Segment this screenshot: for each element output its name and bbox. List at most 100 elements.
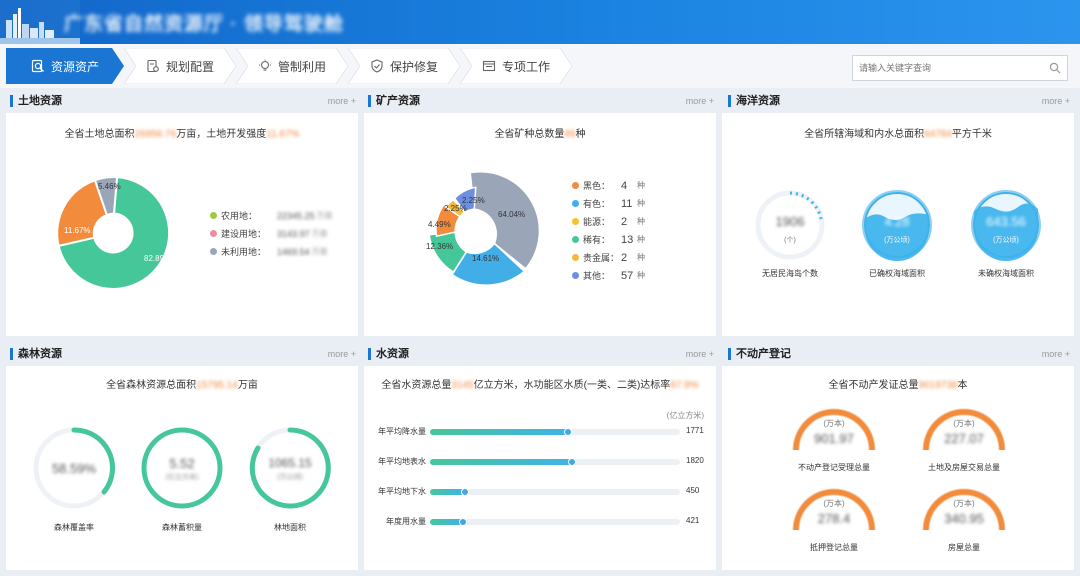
app-header: 广东省自然资源厅 · 领导驾驶舱: [0, 0, 1080, 44]
water-total-value: 3145: [451, 380, 474, 391]
plan-icon: [147, 59, 159, 73]
tab-planning[interactable]: 规划配置: [124, 48, 236, 84]
summary-text: 全省所辖海域和内水总面积: [804, 129, 925, 140]
tab-label: 管制利用: [277, 59, 326, 74]
bar-label: 年平均地下水: [378, 487, 426, 496]
summary-text: 全省森林资源总面积: [106, 380, 197, 391]
tab-protection[interactable]: 保护修复: [348, 48, 460, 84]
land-summary: 全省土地总面积26956.76万亩，土地开发强度11.67%: [6, 125, 358, 140]
legend-unit: 种: [637, 235, 645, 244]
tab-label: 规划配置: [165, 59, 214, 74]
forest-volume-value: 5.52: [169, 456, 195, 471]
gauge-caption: 抵押登记总量: [810, 543, 858, 552]
legend-dot: [210, 248, 217, 255]
water-summary: 全省水资源总量3145亿立方米，水功能区水质(一类、二类)达标率87.9%: [364, 376, 716, 391]
legend-label: 稀有：: [583, 235, 611, 245]
legend-item: 稀有： 13 种: [572, 233, 645, 246]
estate-summary: 全省不动产发证总量9019738本: [722, 376, 1074, 391]
legend-dot: [572, 272, 579, 279]
estate-card: 全省不动产发证总量9019738本 (万本) 901.97 不动产登记受理总量 (万本…: [722, 366, 1074, 570]
total-area-value: 26956.76: [134, 129, 177, 140]
island-count-unit: (个): [784, 237, 796, 244]
forest-land-caption: 林地面积: [274, 523, 306, 532]
legend-value: 2: [621, 251, 628, 264]
panel-title: 水资源: [368, 348, 409, 360]
legend-dot: [572, 254, 579, 261]
more-link[interactable]: more +: [1042, 96, 1070, 106]
estate-gauge: (万本) 227.07 土地及房屋交易总量: [920, 404, 1008, 476]
bar-knob: [568, 458, 576, 466]
land-donut-chart: 82.89% 11.67% 5.46%: [56, 176, 171, 290]
pie-label: 11.67%: [64, 226, 91, 235]
unconfirmed-sea-unit: (万公顷): [993, 237, 1019, 244]
tab-special-work[interactable]: 专项工作: [460, 48, 572, 84]
legend-item: 黑色： 4 种: [572, 179, 645, 192]
legend-unit: 万亩: [316, 211, 333, 220]
legend-value: 22345.25: [277, 210, 315, 221]
legend-value: 11: [621, 197, 633, 210]
gauge-caption: 不动产登记受理总量: [798, 463, 870, 472]
legend-item: 有色： 11 种: [572, 197, 645, 210]
forest-area-value: 15795.14: [196, 380, 238, 391]
water-card: 全省水资源总量3145亿立方米，水功能区水质(一类、二类)达标率87.9% (亿…: [364, 366, 716, 570]
mineral-panel-header: 矿产资源 more +: [368, 91, 714, 111]
more-link[interactable]: more +: [328, 96, 356, 106]
unconfirmed-sea-value: 643.56: [986, 214, 1026, 229]
legend-label: 能源：: [583, 217, 611, 227]
panel-title: 矿产资源: [368, 95, 420, 107]
bar-knob: [459, 518, 467, 526]
gauge-caption: 土地及房屋交易总量: [928, 463, 1000, 472]
confirmed-sea-caption: 已确权海域面积: [869, 269, 925, 278]
gauge-value: 227.07: [944, 431, 984, 446]
legend-item: 贵金属： 2 种: [572, 251, 645, 264]
land-panel-header: 土地资源 more +: [10, 91, 356, 111]
bar-knob: [564, 428, 572, 436]
legend-unit: 万亩: [311, 247, 328, 256]
more-link[interactable]: more +: [686, 349, 714, 359]
legend-value: 2: [621, 215, 628, 228]
forest-panel-header: 森林资源 more +: [10, 344, 356, 364]
water-panel-header: 水资源 more +: [368, 344, 714, 364]
forest-land-unit: (万公顷): [277, 474, 303, 481]
legend-label: 贵金属：: [583, 253, 620, 263]
water-quality-value: 87.9%: [670, 380, 699, 391]
bar-knob: [461, 488, 469, 496]
search-input[interactable]: [853, 57, 1039, 79]
legend-dot: [210, 230, 217, 237]
panel-title: 海洋资源: [728, 95, 780, 107]
certificate-total-value: 9019738: [918, 380, 958, 391]
panel-title: 土地资源: [10, 95, 62, 107]
water-unit-label: (亿立方米): [666, 411, 704, 420]
more-link[interactable]: more +: [328, 349, 356, 359]
pie-label: 5.46%: [98, 182, 121, 191]
pie-label: 82.89%: [144, 254, 171, 263]
tab-control-use[interactable]: 管制利用: [236, 48, 348, 84]
summary-text: 种: [575, 129, 586, 140]
mineral-rose-chart: 64.04% 14.61% 12.36% 4.49% 2.25% 2.25%: [426, 171, 541, 286]
legend-unit: 种: [637, 271, 645, 280]
legend-unit: 万亩: [311, 229, 328, 238]
island-count-value: 1906: [775, 214, 805, 229]
more-link[interactable]: more +: [686, 96, 714, 106]
gauge-value: 340.95: [944, 511, 984, 526]
search-doc-icon: [31, 59, 44, 73]
legend-value: 57: [621, 269, 634, 282]
legend-item: 能源： 2 种: [572, 215, 645, 228]
mineral-card: 全省矿种总数量89种 64.04% 14.61% 12.36% 4.49% 2.…: [364, 113, 716, 336]
forest-card: 全省森林资源总面积15795.14万亩 58.59% 森林覆盖率 5.52 (亿…: [6, 366, 358, 570]
bar-label: 年平均降水量: [378, 427, 426, 436]
intensity-value: 11.67%: [266, 129, 300, 140]
gauge-unit: (万本): [823, 499, 845, 508]
gauge-unit: (万本): [823, 419, 845, 428]
search-icon[interactable]: [1049, 62, 1061, 74]
bar-fill: [430, 489, 465, 495]
legend-dot: [210, 212, 217, 219]
tab-resource-assets[interactable]: 资源资产: [6, 48, 124, 84]
pie-label: 2.25%: [444, 204, 467, 213]
legend-value: 13: [621, 233, 634, 246]
legend-item: 农用地： 22345.25 万亩: [210, 209, 333, 222]
summary-text: 全省水资源总量: [381, 380, 452, 391]
summary-text: 全省不动产发证总量: [828, 380, 919, 391]
bar-fill: [430, 429, 568, 435]
more-link[interactable]: more +: [1042, 349, 1070, 359]
